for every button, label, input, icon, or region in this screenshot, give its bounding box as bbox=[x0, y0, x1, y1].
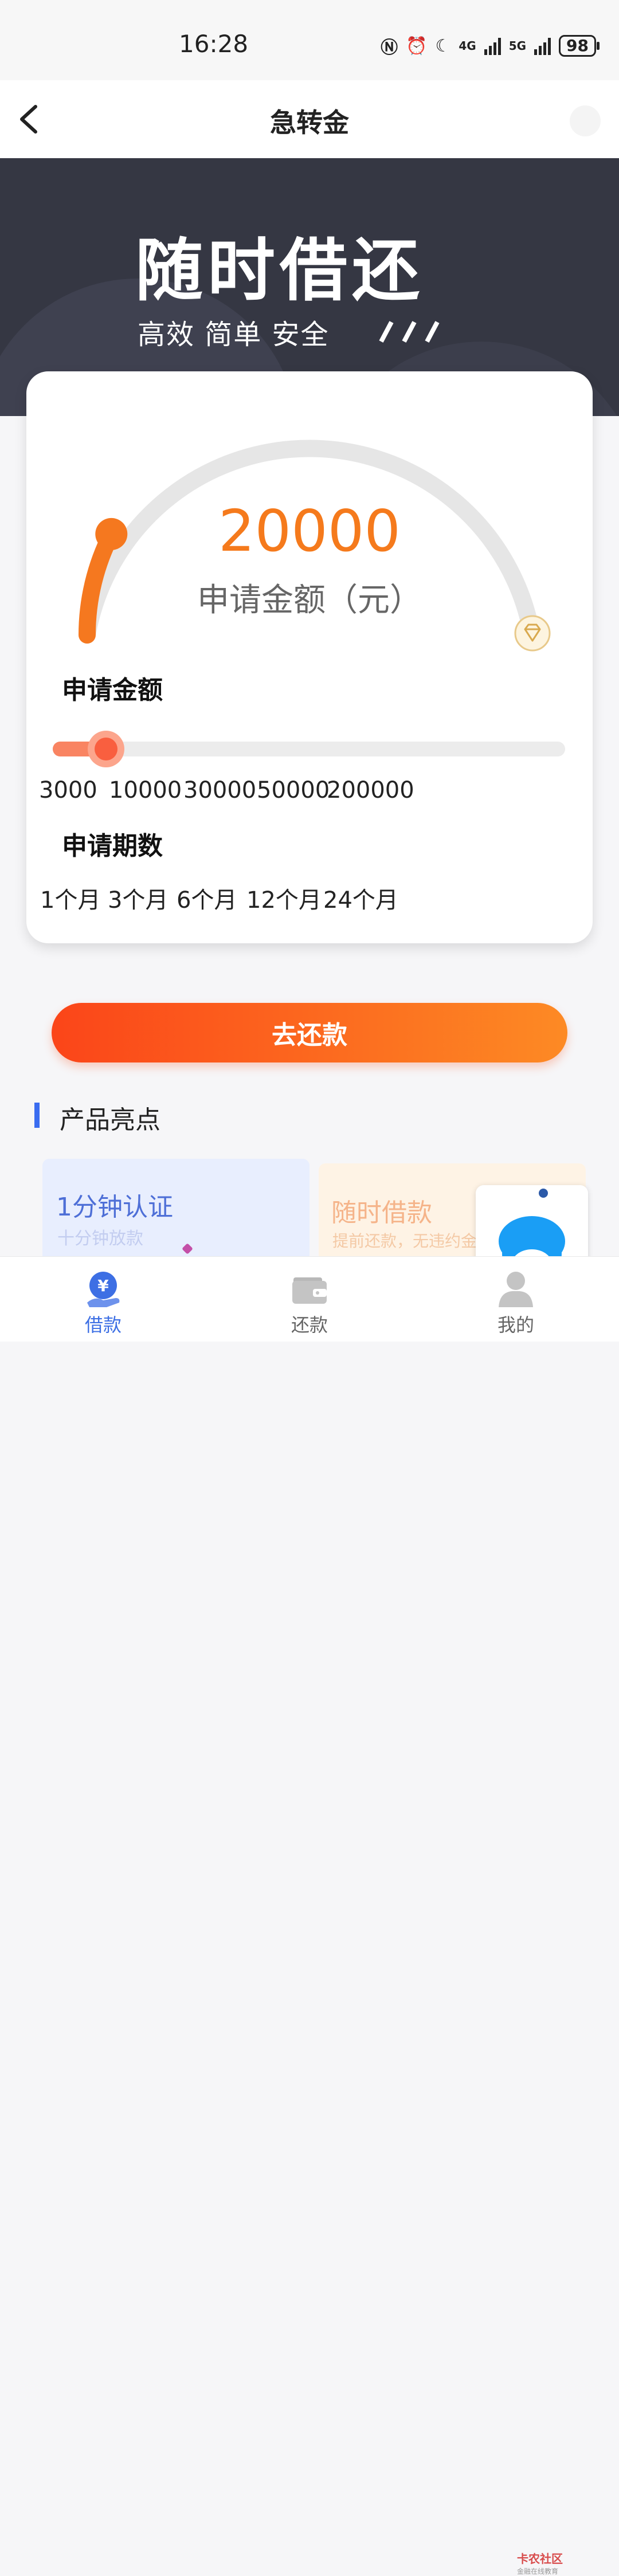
nfc-icon: Ⓝ bbox=[381, 38, 398, 58]
highlight-title: 1分钟认证 bbox=[56, 1193, 173, 1222]
alarm-icon: ⏰ bbox=[406, 36, 428, 56]
network-5g-label: 5G bbox=[508, 39, 527, 53]
section-marker bbox=[34, 1103, 40, 1128]
page-title: 急转金 bbox=[270, 107, 349, 138]
status-time: 16:28 bbox=[179, 30, 249, 58]
status-bar: 16:28 Ⓝ ⏰ ☾ 4G 5G 98 bbox=[0, 0, 619, 80]
tab-repay[interactable]: 还款 bbox=[252, 1257, 367, 1342]
nav-bar: 急转金 bbox=[0, 80, 619, 158]
amount-tick[interactable]: 50000 bbox=[257, 777, 330, 803]
amount-tick[interactable]: 30000 bbox=[183, 777, 256, 803]
slider-thumb[interactable] bbox=[88, 731, 125, 767]
status-icons: Ⓝ ⏰ ☾ 4G 5G 98 bbox=[381, 33, 600, 58]
tab-label: 我的 bbox=[497, 1314, 534, 1336]
tab-label: 还款 bbox=[291, 1314, 328, 1336]
highlight-subtitle: 提前还款，无违约金 bbox=[332, 1232, 477, 1250]
tab-bar: ¥ 借款 还款 我的 卡农社区 金融在线教育 bbox=[0, 1256, 619, 2575]
period-option[interactable]: 24个月 bbox=[323, 881, 398, 915]
wallet-icon bbox=[292, 1277, 327, 1304]
amount-ticks: 3000 10000 30000 50000 200000 bbox=[26, 777, 593, 811]
watermark: 卡农社区 金融在线教育 bbox=[517, 2550, 563, 2576]
tab-borrow[interactable]: ¥ 借款 bbox=[46, 1257, 160, 1342]
yen-hand-icon: ¥ bbox=[87, 1272, 120, 1307]
period-option[interactable]: 12个月 bbox=[246, 881, 322, 915]
period-option[interactable]: 1个月 bbox=[40, 881, 100, 915]
period-section-title: 申请期数 bbox=[62, 832, 163, 861]
loan-amount: 20000 bbox=[218, 497, 401, 564]
period-option[interactable]: 6个月 bbox=[177, 881, 237, 915]
svg-text:¥: ¥ bbox=[97, 1276, 109, 1295]
diamond-icon bbox=[514, 615, 551, 652]
signal-icon bbox=[534, 37, 551, 55]
amount-tick[interactable]: 3000 bbox=[39, 777, 97, 803]
battery-icon: 98 bbox=[559, 35, 600, 57]
gem-icon bbox=[182, 1243, 193, 1254]
more-icon[interactable] bbox=[570, 105, 601, 136]
network-4g-label: 4G bbox=[459, 39, 476, 53]
highlight-title: 随时借款 bbox=[331, 1198, 432, 1228]
amount-slider[interactable] bbox=[53, 731, 565, 767]
amount-section-title: 申请金额 bbox=[62, 676, 163, 705]
watermark-sub: 金融在线教育 bbox=[517, 2567, 559, 2575]
period-option[interactable]: 3个月 bbox=[108, 881, 168, 915]
period-options: 1个月 3个月 6个月 12个月 24个月 bbox=[26, 881, 593, 916]
loan-amount-label: 申请金额（元） bbox=[197, 582, 422, 619]
slashes-decoration bbox=[379, 321, 440, 343]
banner-title: 随时借还 bbox=[135, 231, 425, 310]
amount-tick[interactable]: 200000 bbox=[327, 777, 414, 803]
signal-icon bbox=[484, 37, 501, 55]
amount-tick[interactable]: 10000 bbox=[109, 777, 182, 803]
highlights-title: 产品亮点 bbox=[60, 1105, 160, 1135]
highlight-subtitle: 十分钟放款 bbox=[57, 1229, 143, 1249]
loan-card: 20000 申请金额（元） 申请金额 3000 10000 30000 5000… bbox=[26, 371, 593, 943]
moon-icon: ☾ bbox=[435, 36, 451, 56]
banner-subtitle: 高效 简单 安全 bbox=[138, 319, 330, 351]
tab-label: 借款 bbox=[84, 1314, 122, 1336]
watermark-text: 卡农社区 bbox=[517, 2552, 563, 2566]
tab-mine[interactable]: 我的 bbox=[459, 1257, 573, 1342]
repay-button[interactable]: 去还款 bbox=[52, 1003, 567, 1062]
user-icon bbox=[499, 1272, 533, 1307]
